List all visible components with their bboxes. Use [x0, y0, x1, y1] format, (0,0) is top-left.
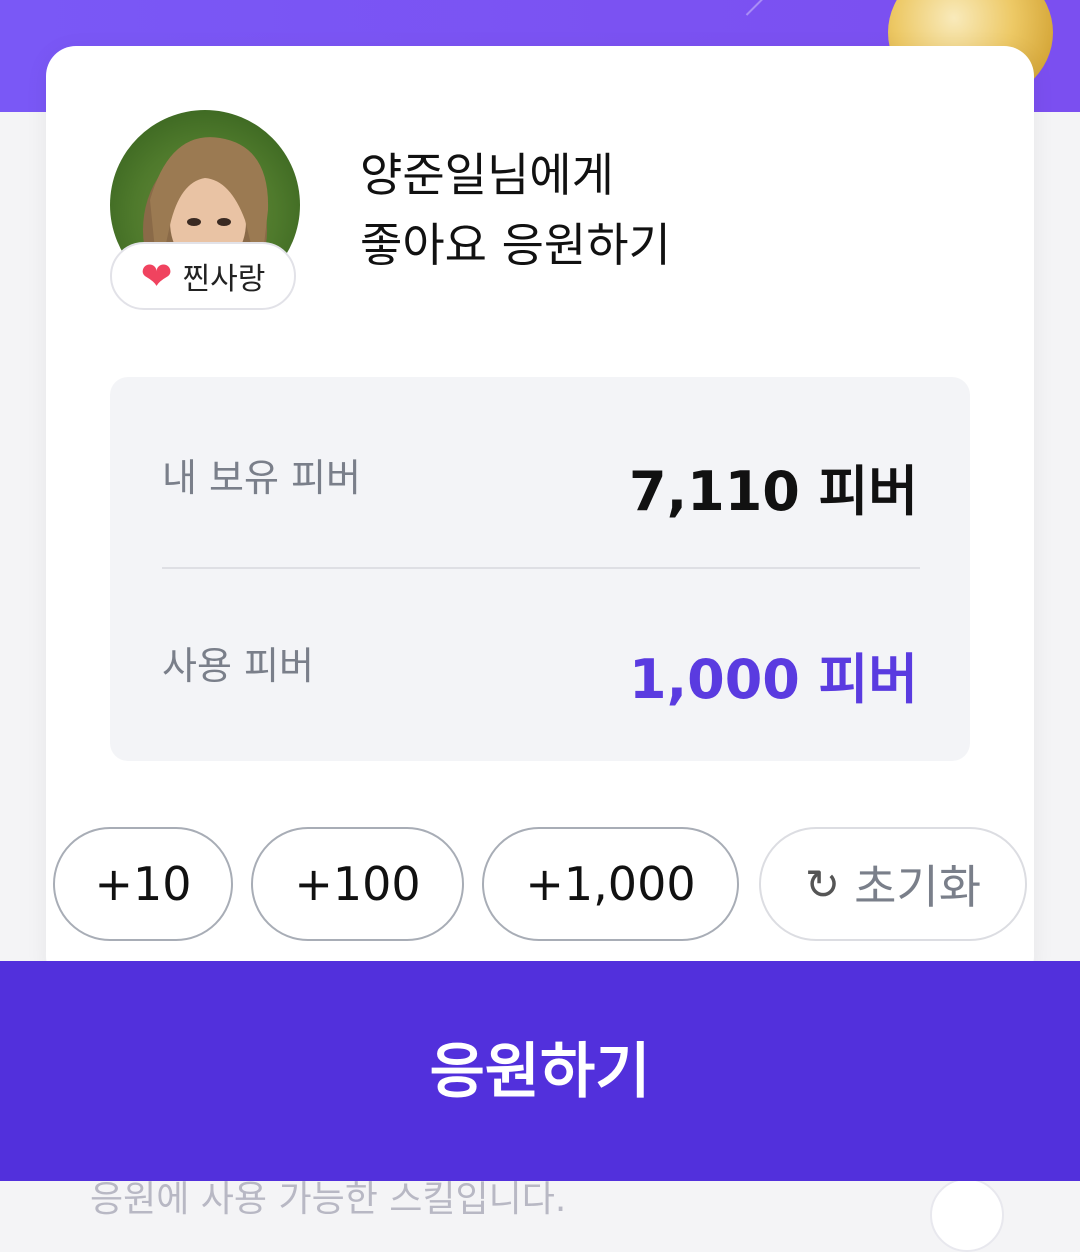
support-submit-button[interactable]: 응원하기 — [0, 961, 1080, 1181]
title-line-1: 양준일님에게 — [360, 148, 614, 202]
modal-title: 양준일님에게 좋아요 응원하기 — [360, 140, 671, 280]
owned-fever-label: 내 보유 피버 — [162, 456, 361, 500]
background-circle-button — [930, 1178, 1004, 1252]
owned-fever-value: 7,110 피버 — [629, 460, 918, 523]
use-fever-value: 1,000 피버 — [629, 648, 918, 711]
add-1000-button[interactable]: +1,000 — [482, 827, 739, 941]
add-100-button[interactable]: +100 — [251, 827, 464, 941]
use-fever-label: 사용 피버 — [162, 644, 314, 688]
reset-icon: ↻ — [804, 859, 841, 909]
heart-icon: ❤ — [140, 254, 173, 298]
fan-level-label: 찐사랑 — [182, 262, 266, 297]
divider — [162, 567, 920, 569]
fever-summary-box: 내 보유 피버 7,110 피버 사용 피버 1,000 피버 — [110, 377, 970, 761]
reset-button[interactable]: ↻ 초기화 — [759, 827, 1027, 941]
title-line-2: 좋아요 응원하기 — [360, 218, 671, 272]
add-10-button[interactable]: +10 — [53, 827, 233, 941]
profile: ❤ 찐사랑 — [110, 110, 300, 315]
fan-level-badge: ❤ 찐사랑 — [110, 242, 296, 310]
reset-label: 초기화 — [854, 860, 982, 914]
